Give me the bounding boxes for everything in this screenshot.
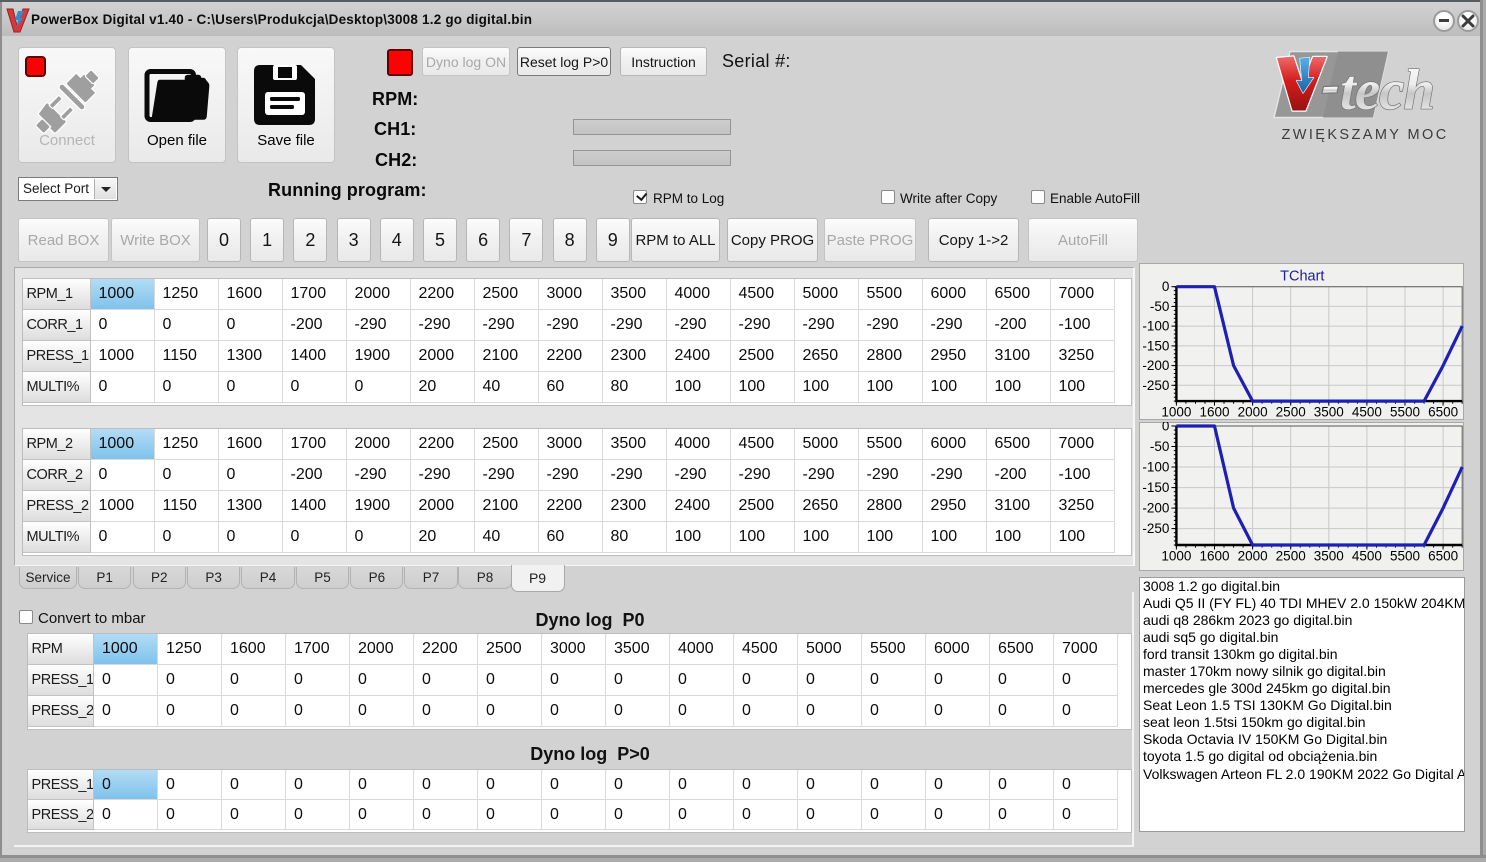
svg-text:4500: 4500 xyxy=(1352,549,1382,564)
svg-text:ZWIĘKSZAMY MOC: ZWIĘKSZAMY MOC xyxy=(1282,127,1449,143)
svg-text:5500: 5500 xyxy=(1390,405,1420,420)
svg-text:6500: 6500 xyxy=(1428,405,1458,420)
svg-text:tech: tech xyxy=(1340,59,1434,122)
svg-text:1600: 1600 xyxy=(1199,405,1229,420)
svg-text:1000: 1000 xyxy=(1161,549,1191,564)
svg-text:-250: -250 xyxy=(1142,521,1169,536)
svg-text:-150: -150 xyxy=(1142,480,1169,495)
svg-text:0: 0 xyxy=(1162,279,1170,294)
svg-text:-250: -250 xyxy=(1142,378,1169,393)
svg-text:2000: 2000 xyxy=(1238,405,1268,420)
svg-text:-100: -100 xyxy=(1142,319,1169,334)
svg-text:-150: -150 xyxy=(1142,338,1169,353)
svg-text:1600: 1600 xyxy=(1199,549,1229,564)
svg-text:3500: 3500 xyxy=(1314,405,1344,420)
svg-text:2500: 2500 xyxy=(1276,549,1306,564)
svg-text:2500: 2500 xyxy=(1276,405,1306,420)
svg-text:-50: -50 xyxy=(1150,299,1170,314)
svg-text:TChart: TChart xyxy=(1280,269,1324,285)
svg-text:1000: 1000 xyxy=(1161,405,1191,420)
svg-text:4500: 4500 xyxy=(1352,405,1382,420)
svg-text:2000: 2000 xyxy=(1238,549,1268,564)
svg-text:-100: -100 xyxy=(1142,460,1169,475)
svg-text:5500: 5500 xyxy=(1390,549,1420,564)
svg-text:-200: -200 xyxy=(1142,501,1169,516)
svg-text:-50: -50 xyxy=(1150,439,1170,454)
svg-text:-200: -200 xyxy=(1142,358,1169,373)
svg-text:6500: 6500 xyxy=(1428,549,1458,564)
svg-text:3500: 3500 xyxy=(1314,549,1344,564)
svg-text:0: 0 xyxy=(1162,422,1170,434)
